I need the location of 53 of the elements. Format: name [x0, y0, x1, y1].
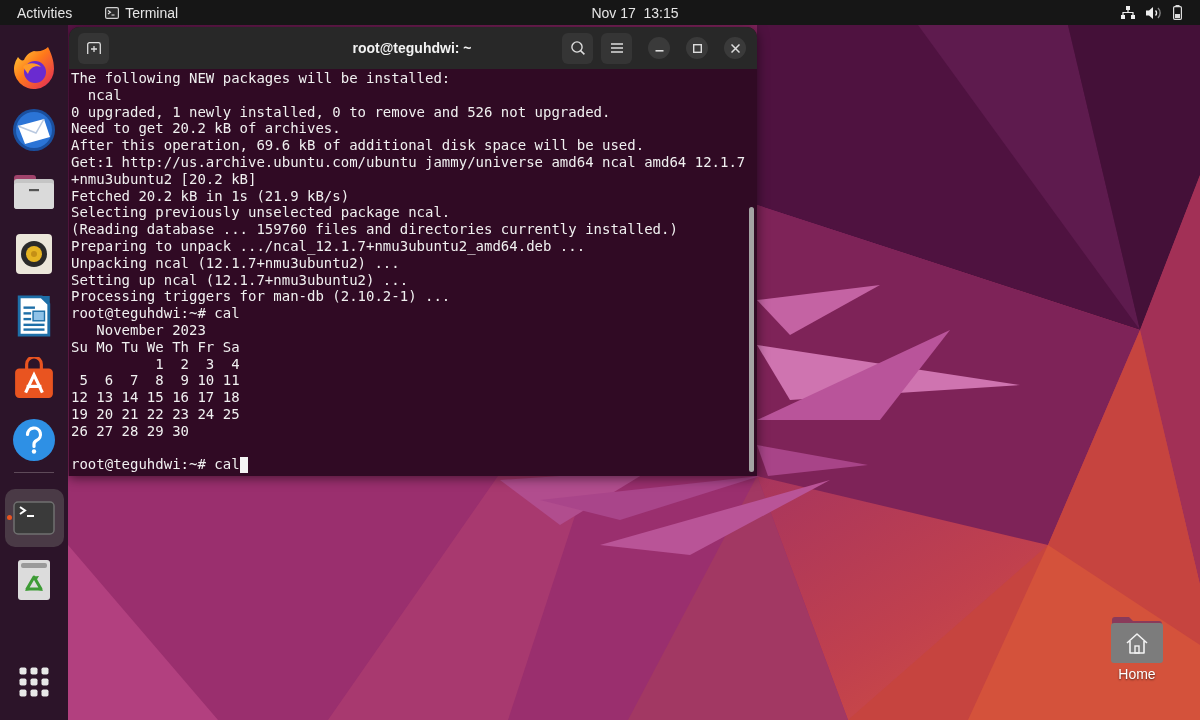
- terminal-line: 1 2 3 4: [154, 355, 240, 373]
- minimize-icon: [654, 50, 664, 52]
- terminal-line: Su Mo Tu We Th Fr Sa: [71, 338, 240, 356]
- desktop-folder[interactable]: Home: [1100, 615, 1174, 682]
- terminal-line: ncal: [86, 86, 122, 104]
- terminal-line: November 2023: [95, 321, 206, 339]
- command-prompt-line: root@teguhdwi:~# cal: [71, 305, 240, 322]
- terminal-line: Fetched 20.2 kB in 1s (21.9 kB/s): [71, 187, 350, 205]
- terminal-line: Preparing to unpack .../ncal_12.1.7+nmu3ubuntu2_amd64.deb ...: [71, 237, 586, 255]
- terminal-line: Selecting previously unselected package ncal.: [71, 204, 451, 222]
- volume-icon[interactable]: [1146, 5, 1162, 20]
- maximize-icon: [692, 43, 702, 53]
- speaker-icon[interactable]: [13, 233, 55, 275]
- terminal-line: Get:1 http://us.archive.ubuntu.com/ubuntu jammy/universe amd64 ncal amd64 12.1.7: [71, 154, 746, 171]
- terminal-line: 19 20 21 22 23 24 25: [71, 405, 240, 423]
- menu-button[interactable]: [601, 32, 632, 64]
- shopping-bag-icon[interactable]: [13, 357, 55, 399]
- close-icon: [730, 43, 740, 53]
- window-title: root@teguhdwi: ~: [352, 40, 472, 56]
- terminal-line: 0 upgraded, 1 newly installed, 0 to remove and 526 not upgraded.: [71, 103, 611, 121]
- menu-icon: [610, 43, 623, 53]
- search-button[interactable]: [562, 32, 593, 64]
- terminal-line: (Reading database ... 159760 files and directories currently installed.): [71, 221, 678, 238]
- new-tab-button[interactable]: [78, 32, 109, 64]
- flame-globe-icon[interactable]: [13, 47, 55, 89]
- minimize-button[interactable]: [648, 37, 670, 59]
- close-button[interactable]: [724, 37, 746, 59]
- terminal-line: Setting up ncal (12.1.7+nmu3ubuntu2) ...: [71, 271, 409, 289]
- scrollbar[interactable]: [749, 207, 754, 472]
- active-dock-item[interactable]: [4, 489, 64, 547]
- search-icon: [570, 41, 585, 55]
- app-grid-icon[interactable]: [19, 667, 49, 697]
- terminal-line: The following NEW packages will be installed:: [71, 70, 451, 87]
- terminal-line: 26 27 28 29 30: [71, 422, 189, 440]
- terminal-line: Need to get 20.2 kB of archives.: [71, 120, 341, 138]
- terminal-icon: [105, 6, 120, 19]
- terminal-line: 12 13 14 15 16 17 18: [71, 389, 240, 406]
- clock-button[interactable]: Nov 17 13:15: [591, 3, 679, 22]
- home-folder-icon: [1110, 615, 1164, 663]
- help-icon[interactable]: [13, 419, 55, 461]
- battery-icon[interactable]: [1173, 5, 1182, 20]
- terminal-line: After this operation, 69.6 kB of additional disk space will be used.: [71, 137, 645, 154]
- terminal-line: +nmu3ubuntu2 [20.2 kB]: [71, 170, 257, 188]
- terminal-line: 5 6 7 8 9 10 11: [78, 372, 240, 390]
- command-prompt-line: root@teguhdwi:~# cal: [71, 456, 240, 474]
- new-tab-icon: [86, 42, 101, 54]
- activities-button[interactable]: Activities: [17, 3, 73, 22]
- terminal-line: Unpacking ncal (12.1.7+nmu3ubuntu2) ...: [71, 254, 400, 272]
- network-icon[interactable]: [1121, 6, 1135, 19]
- envelope-globe-icon[interactable]: [13, 109, 55, 151]
- app-menu-button[interactable]: Terminal: [105, 3, 179, 22]
- terminal-line: Processing triggers for man-db (2.10.2-1) ...: [71, 288, 451, 306]
- maximize-button[interactable]: [686, 37, 708, 59]
